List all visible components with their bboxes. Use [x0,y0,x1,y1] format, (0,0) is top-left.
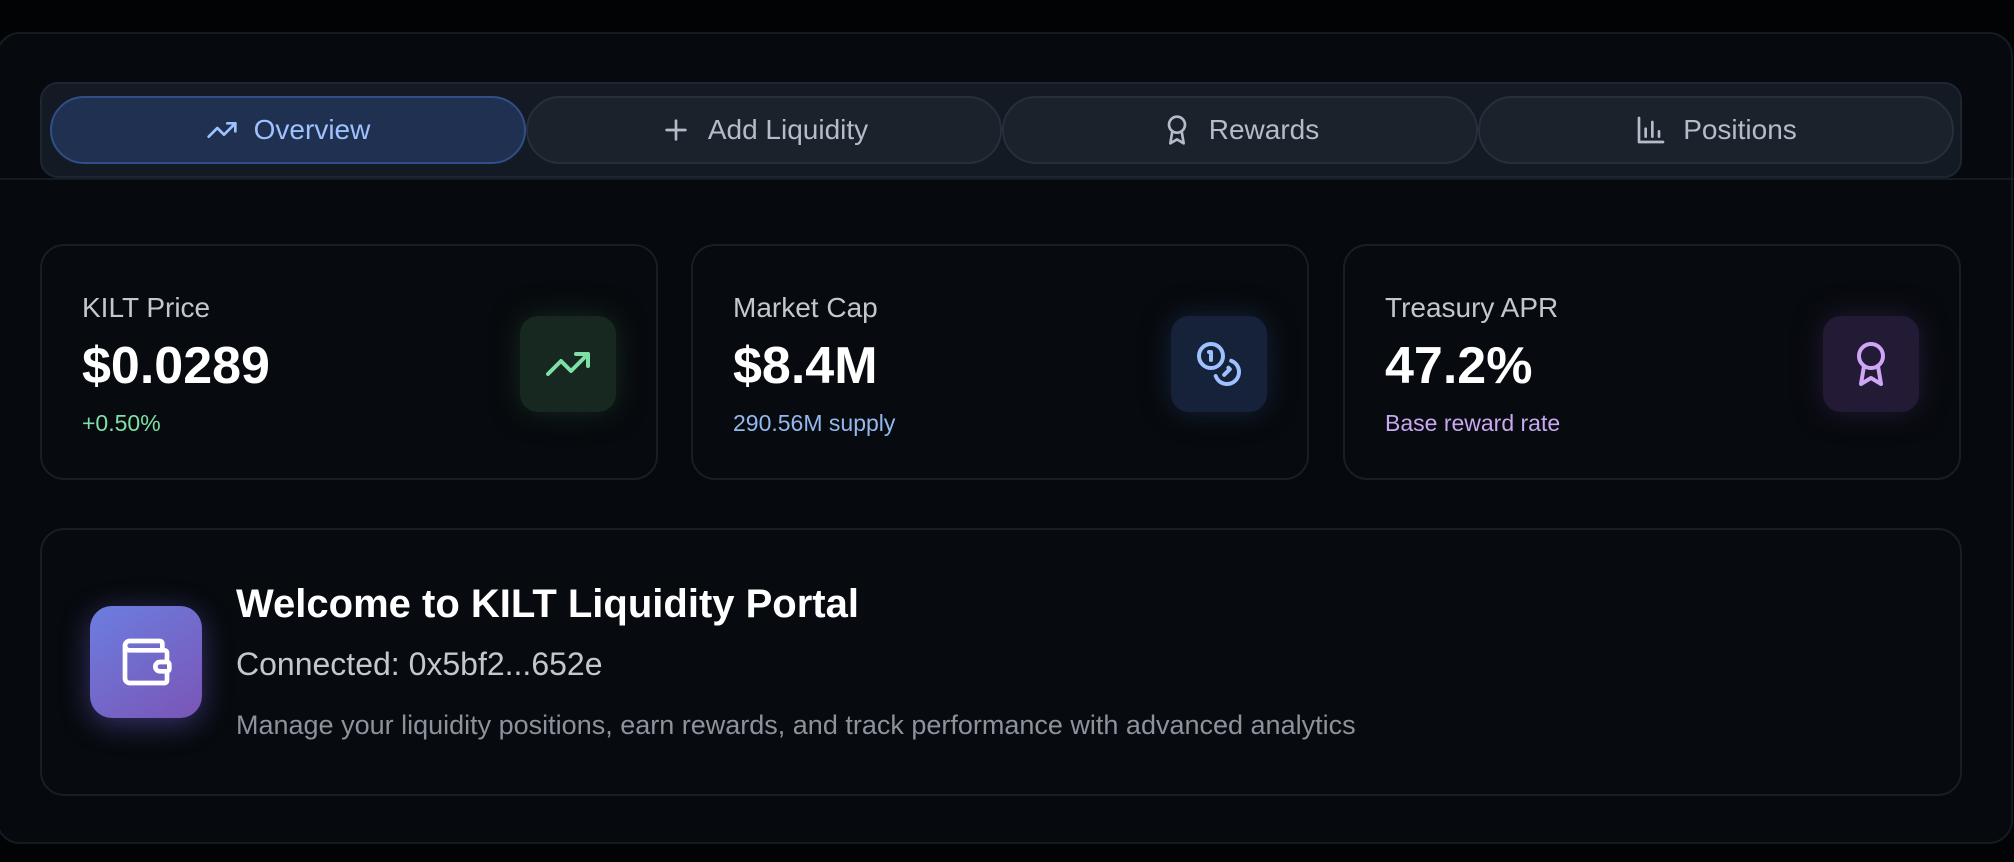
trending-up-icon [206,122,237,138]
wallet-icon-box [90,606,202,718]
award-icon [1167,115,1187,145]
header-divider [0,178,2014,180]
stat-value: $0.0289 [82,337,270,395]
stat-icon-box [520,316,616,412]
tab-rewards-label: Rewards [1208,114,1320,145]
tab-positions[interactable]: Positions [1478,96,1954,164]
stat-card-kilt-price: KILT Price $0.0289 +0.50% [40,244,658,480]
stat-card-market-cap: Market Cap $8.4M 290.56M supply [691,244,1309,480]
tab-rewards[interactable]: Rewards [1002,96,1478,164]
award-icon [1857,342,1885,386]
stat-label: KILT Price [82,292,211,323]
stat-label: Market Cap [733,292,878,323]
bar-chart-icon [1637,116,1665,144]
wallet-icon [122,638,172,686]
stat-icon-box [1171,316,1267,412]
coins-icon [1197,342,1241,386]
tab-add-liquidity[interactable]: Add Liquidity [526,96,1002,164]
stat-value: $8.4M [733,337,878,395]
plus-icon [665,119,687,141]
tab-positions-label: Positions [1683,114,1797,145]
welcome-card: Welcome to KILT Liquidity Portal Connect… [40,528,1962,796]
welcome-title: Welcome to KILT Liquidity Portal [236,582,859,626]
stat-value: 47.2% [1385,337,1533,395]
stat-change: +0.50% [82,410,161,436]
stat-supply: 290.56M supply [733,410,896,436]
welcome-description: Manage your liquidity positions, earn re… [236,710,1356,740]
tab-overview[interactable]: Overview [50,96,526,164]
tab-overview-label: Overview [253,114,371,145]
connected-address: Connected: 0x5bf2...652e [236,646,603,682]
stat-caption: Base reward rate [1385,410,1561,436]
stat-card-treasury-apr: Treasury APR 47.2% Base reward rate [1343,244,1961,480]
trending-up-icon [546,352,590,376]
stat-label: Treasury APR [1385,292,1559,323]
tab-bar: Overview Add Liquidity Rewards Positions [40,82,1962,178]
stat-icon-box [1823,316,1919,412]
tab-add-liquidity-label: Add Liquidity [707,114,869,145]
